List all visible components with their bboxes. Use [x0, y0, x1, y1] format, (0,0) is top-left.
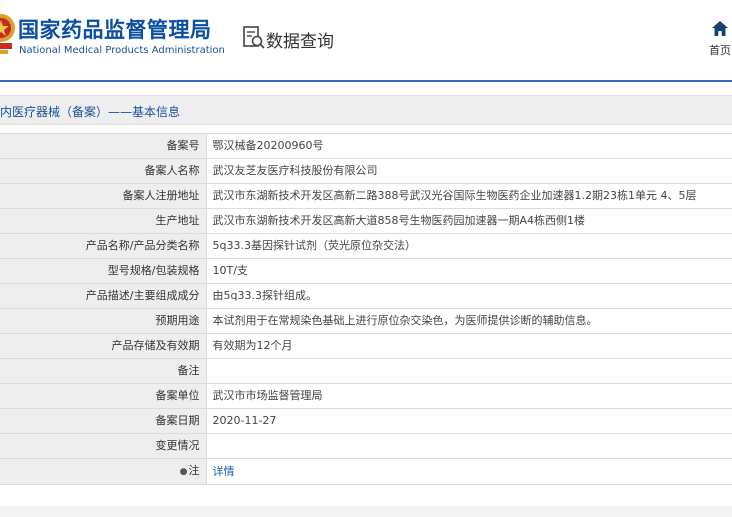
field-value: 鄂汉械备20200960号: [205, 133, 732, 159]
table-row: 型号规格/包装规格 10T/支: [0, 258, 732, 284]
org-name-cn: 国家药品监督管理局: [18, 18, 212, 42]
table-row-note: ●注 详情: [0, 458, 732, 485]
home-link[interactable]: 首页: [709, 42, 731, 58]
table-row: 备案单位 武汉市市场监督管理局: [0, 383, 732, 409]
field-label: 备案单位: [0, 383, 207, 409]
field-label: 生产地址: [0, 208, 207, 234]
org-name-en: National Medical Products Administration: [19, 45, 225, 56]
emblem-logo-icon: [0, 14, 15, 54]
field-label: 备案人名称: [0, 158, 207, 184]
field-value: 武汉市东湖新技术开发区高新大道858号生物医药园加速器一期A4栋西侧1楼: [205, 208, 732, 234]
note-label: 注: [188, 464, 200, 477]
table-row: 备注: [0, 358, 732, 384]
field-label: 变更情况: [0, 433, 207, 459]
table-row: 变更情况: [0, 433, 732, 459]
field-value: 2020-11-27: [205, 408, 732, 434]
table-row: 生产地址 武汉市东湖新技术开发区高新大道858号生物医药园加速器一期A4栋西侧1…: [0, 208, 732, 234]
field-value: 5q33.3基因探针试剂（荧光原位杂交法）: [205, 233, 732, 259]
table-row: 产品描述/主要组成成分 由5q33.3探针组成。: [0, 283, 732, 309]
page-bottom-strip: [0, 506, 732, 517]
field-label: 产品描述/主要组成成分: [0, 283, 207, 309]
section-header: 内医疗器械（备案）——基本信息: [0, 95, 732, 125]
table-row: 预期用途 本试剂用于在常规染色基础上进行原位杂交染色，为医师提供诊断的辅助信息。: [0, 308, 732, 334]
field-label: 预期用途: [0, 308, 207, 334]
details-link[interactable]: 详情: [213, 465, 235, 478]
table-row: 备案人注册地址 武汉市东湖新技术开发区高新二路388号武汉光谷国际生物医药企业加…: [0, 183, 732, 209]
field-label: 备案号: [0, 133, 207, 159]
table-row: 备案日期 2020-11-27: [0, 408, 732, 434]
pin-icon: ●: [179, 467, 188, 477]
field-label: 备案日期: [0, 408, 207, 434]
field-label: 备案人注册地址: [0, 183, 207, 209]
field-value: 武汉友芝友医疗科技股份有限公司: [205, 158, 732, 184]
field-value: 有效期为12个月: [205, 333, 732, 359]
field-value: 本试剂用于在常规染色基础上进行原位杂交染色，为医师提供诊断的辅助信息。: [205, 308, 732, 334]
site-header: 国家药品监督管理局 National Medical Products Admi…: [0, 0, 732, 80]
home-icon[interactable]: [711, 20, 729, 37]
table-row: 产品名称/产品分类名称 5q33.3基因探针试剂（荧光原位杂交法）: [0, 233, 732, 259]
field-label: 产品名称/产品分类名称: [0, 233, 207, 259]
basic-info-table: 备案号 鄂汉械备20200960号 备案人名称 武汉友芝友医疗科技股份有限公司 …: [0, 133, 732, 485]
field-value: [205, 358, 732, 384]
data-query-link[interactable]: 数据查询: [266, 27, 334, 52]
table-row: 产品存储及有效期 有效期为12个月: [0, 333, 732, 359]
header-divider: [0, 80, 732, 82]
field-value: [205, 433, 732, 459]
table-row: 备案人名称 武汉友芝友医疗科技股份有限公司: [0, 158, 732, 184]
field-label: 型号规格/包装规格: [0, 258, 207, 284]
field-label: 备注: [0, 358, 207, 384]
data-query-icon[interactable]: [242, 25, 266, 51]
table-row: 备案号 鄂汉械备20200960号: [0, 133, 732, 159]
field-label: 产品存储及有效期: [0, 333, 207, 359]
section-title: 内医疗器械（备案）——基本信息: [0, 105, 181, 119]
field-value: 武汉市东湖新技术开发区高新二路388号武汉光谷国际生物医药企业加速器1.2期23…: [205, 183, 732, 209]
note-value-cell: 详情: [205, 458, 732, 485]
note-label-cell: ●注: [0, 458, 207, 485]
field-value: 武汉市市场监督管理局: [205, 383, 732, 409]
field-value: 由5q33.3探针组成。: [205, 283, 732, 309]
field-value: 10T/支: [205, 258, 732, 284]
